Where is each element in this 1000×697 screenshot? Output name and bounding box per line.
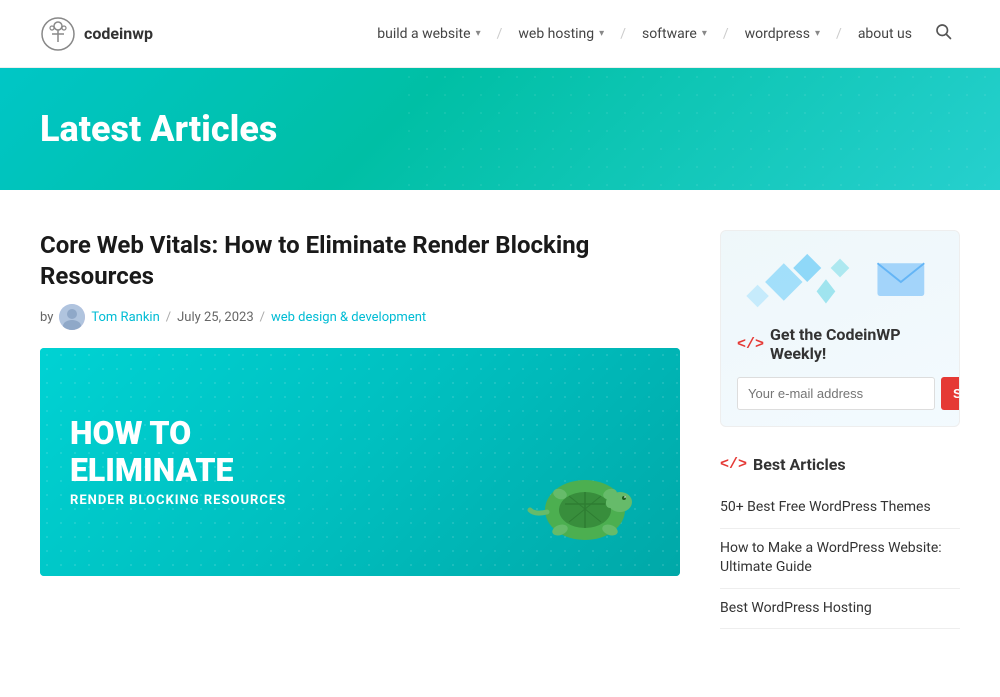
turtle-illustration: [510, 452, 640, 566]
nav-separator: /: [834, 26, 844, 42]
author-avatar: [59, 304, 85, 330]
main-content: Core Web Vitals: How to Eliminate Render…: [0, 190, 1000, 697]
nav-item-wordpress[interactable]: wordpress ▾: [735, 18, 830, 50]
article-category-link[interactable]: web design & development: [271, 310, 426, 325]
article-section: Core Web Vitals: How to Eliminate Render…: [40, 230, 680, 657]
list-item: 50+ Best Free WordPress Themes: [720, 488, 960, 529]
nav-separator: /: [721, 26, 731, 42]
chevron-down-icon: ▾: [476, 28, 481, 39]
chevron-down-icon: ▾: [599, 28, 604, 39]
newsletter-decor-svg: [737, 247, 943, 317]
subscribe-button[interactable]: Subscribe: [941, 377, 960, 410]
article-title-link[interactable]: Core Web Vitals: How to Eliminate Render…: [40, 231, 589, 290]
list-item: Best WordPress Hosting: [720, 589, 960, 630]
image-text-line1: HOW TO: [70, 416, 286, 451]
article-date: July 25, 2023: [177, 310, 254, 325]
logo-text: codeinwp: [84, 24, 153, 43]
turtle-icon: [510, 452, 640, 562]
meta-separator: /: [166, 310, 171, 325]
nav-item-software[interactable]: software ▾: [632, 18, 717, 50]
logo[interactable]: codeinwp: [40, 16, 153, 52]
nav-item-build-website[interactable]: build a website ▾: [367, 18, 490, 50]
newsletter-inner: </> Get the CodeinWP Weekly! Subscribe: [737, 247, 943, 410]
newsletter-widget: </> Get the CodeinWP Weekly! Subscribe: [720, 230, 960, 427]
article-image: HOW TO ELIMINATE RENDER BLOCKING RESOURC…: [40, 348, 680, 576]
nav-separator: /: [495, 26, 505, 42]
author-link[interactable]: Tom Rankin: [91, 310, 159, 325]
main-nav: build a website ▾ / web hosting ▾ / soft…: [367, 14, 960, 53]
email-input[interactable]: [737, 377, 935, 410]
list-item: How to Make a WordPress Website: Ultimat…: [720, 529, 960, 589]
avatar-image: [59, 304, 85, 330]
best-article-link-2[interactable]: How to Make a WordPress Website: Ultimat…: [720, 540, 942, 576]
newsletter-decoration: [737, 247, 943, 317]
image-text-line2: ELIMINATE: [70, 451, 286, 489]
best-articles-title: </> Best Articles: [720, 455, 960, 474]
best-articles-code-tag: </>: [720, 456, 747, 473]
newsletter-code-tag: </>: [737, 336, 764, 353]
nav-item-web-hosting[interactable]: web hosting ▾: [508, 18, 614, 50]
header: codeinwp build a website ▾ / web hosting…: [0, 0, 1000, 68]
search-button[interactable]: [926, 14, 960, 53]
image-text-block: HOW TO ELIMINATE RENDER BLOCKING RESOURC…: [40, 386, 316, 538]
best-article-link-3[interactable]: Best WordPress Hosting: [720, 600, 872, 616]
newsletter-title: </> Get the CodeinWP Weekly!: [737, 325, 943, 363]
hero-banner: Latest Articles: [0, 68, 1000, 190]
best-articles-list: 50+ Best Free WordPress Themes How to Ma…: [720, 488, 960, 629]
newsletter-form: Subscribe: [737, 377, 943, 410]
image-text-line3: RENDER BLOCKING RESOURCES: [70, 493, 286, 508]
meta-separator: /: [260, 310, 265, 325]
page-title: Latest Articles: [40, 108, 277, 150]
article-title: Core Web Vitals: How to Eliminate Render…: [40, 230, 680, 292]
nav-item-about-us[interactable]: about us: [848, 18, 922, 50]
best-articles-widget: </> Best Articles 50+ Best Free WordPres…: [720, 455, 960, 629]
meta-by: by: [40, 310, 53, 325]
chevron-down-icon: ▾: [702, 28, 707, 39]
article-meta: by Tom Rankin / July 25, 2023 / web desi…: [40, 304, 680, 330]
best-article-link-1[interactable]: 50+ Best Free WordPress Themes: [720, 499, 931, 515]
nav-separator: /: [618, 26, 628, 42]
search-icon: [934, 22, 952, 40]
logo-icon: [40, 16, 76, 52]
chevron-down-icon: ▾: [815, 28, 820, 39]
sidebar: </> Get the CodeinWP Weekly! Subscribe <…: [720, 230, 960, 657]
